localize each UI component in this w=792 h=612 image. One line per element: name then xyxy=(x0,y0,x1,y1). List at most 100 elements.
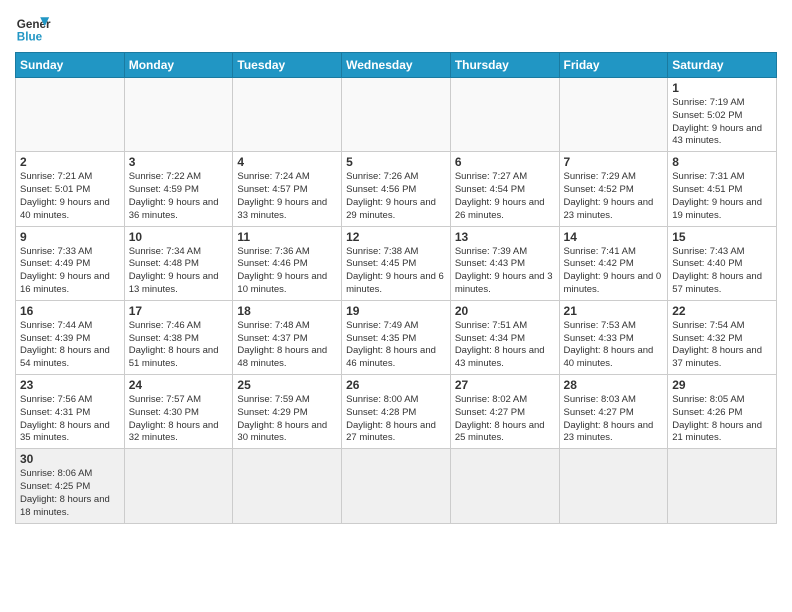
day-number: 18 xyxy=(237,304,337,318)
day-info: Sunrise: 7:24 AM Sunset: 4:57 PM Dayligh… xyxy=(237,171,337,222)
calendar-cell: 16 Sunrise: 7:44 AM Sunset: 4:39 PM Dayli… xyxy=(16,300,125,374)
calendar-cell: 25 Sunrise: 7:59 AM Sunset: 4:29 PM Dayli… xyxy=(233,375,342,449)
calendar-week-row: 1 Sunrise: 7:19 AM Sunset: 5:02 PM Daylig… xyxy=(16,78,777,152)
calendar-cell: 14 Sunrise: 7:41 AM Sunset: 4:42 PM Dayli… xyxy=(559,226,668,300)
day-info: Sunrise: 7:38 AM Sunset: 4:45 PM Dayligh… xyxy=(346,246,446,297)
calendar-table: SundayMondayTuesdayWednesdayThursdayFrid… xyxy=(15,52,777,524)
svg-text:Blue: Blue xyxy=(17,31,43,44)
calendar-week-row: 30 Sunrise: 8:06 AM Sunset: 4:25 PM Dayli… xyxy=(16,449,777,523)
calendar-cell: 17Sunrise: 7:46 AM Sunset: 4:38 PM Dayli… xyxy=(124,300,233,374)
calendar-cell xyxy=(342,449,451,523)
calendar-week-row: 16 Sunrise: 7:44 AM Sunset: 4:39 PM Dayli… xyxy=(16,300,777,374)
day-info: Sunrise: 7:19 AM Sunset: 5:02 PM Dayligh… xyxy=(672,97,772,148)
day-number: 22 xyxy=(672,304,772,318)
day-number: 12 xyxy=(346,230,446,244)
day-info: Sunrise: 7:59 AM Sunset: 4:29 PM Dayligh… xyxy=(237,394,337,445)
day-number: 7 xyxy=(564,155,664,169)
calendar-week-row: 9 Sunrise: 7:33 AM Sunset: 4:49 PM Daylig… xyxy=(16,226,777,300)
day-number: 28 xyxy=(564,378,664,392)
calendar-cell: 20Sunrise: 7:51 AM Sunset: 4:34 PM Dayli… xyxy=(450,300,559,374)
day-number: 5 xyxy=(346,155,446,169)
day-number: 21 xyxy=(564,304,664,318)
day-number: 17 xyxy=(129,304,229,318)
calendar-cell xyxy=(450,78,559,152)
calendar-cell xyxy=(559,78,668,152)
day-number: 25 xyxy=(237,378,337,392)
day-info: Sunrise: 7:57 AM Sunset: 4:30 PM Dayligh… xyxy=(129,394,229,445)
calendar-cell: 2Sunrise: 7:21 AM Sunset: 5:01 PM Daylig… xyxy=(16,152,125,226)
calendar-cell: 10 Sunrise: 7:34 AM Sunset: 4:48 PM Dayli… xyxy=(124,226,233,300)
logo-icon: General Blue xyxy=(15,10,51,46)
day-info: Sunrise: 8:06 AM Sunset: 4:25 PM Dayligh… xyxy=(20,468,120,519)
calendar-cell: 18 Sunrise: 7:48 AM Sunset: 4:37 PM Dayli… xyxy=(233,300,342,374)
calendar-cell xyxy=(450,449,559,523)
day-number: 2 xyxy=(20,155,120,169)
day-info: Sunrise: 7:51 AM Sunset: 4:34 PM Dayligh… xyxy=(455,320,555,371)
calendar-cell: 30 Sunrise: 8:06 AM Sunset: 4:25 PM Dayli… xyxy=(16,449,125,523)
calendar-cell: 4 Sunrise: 7:24 AM Sunset: 4:57 PM Daylig… xyxy=(233,152,342,226)
day-number: 24 xyxy=(129,378,229,392)
day-info: Sunrise: 7:44 AM Sunset: 4:39 PM Dayligh… xyxy=(20,320,120,371)
calendar-cell: 3Sunrise: 7:22 AM Sunset: 4:59 PM Daylig… xyxy=(124,152,233,226)
day-info: Sunrise: 7:36 AM Sunset: 4:46 PM Dayligh… xyxy=(237,246,337,297)
day-info: Sunrise: 7:41 AM Sunset: 4:42 PM Dayligh… xyxy=(564,246,664,297)
day-number: 30 xyxy=(20,452,120,466)
day-info: Sunrise: 8:03 AM Sunset: 4:27 PM Dayligh… xyxy=(564,394,664,445)
day-info: Sunrise: 7:53 AM Sunset: 4:33 PM Dayligh… xyxy=(564,320,664,371)
calendar-cell: 28 Sunrise: 8:03 AM Sunset: 4:27 PM Dayli… xyxy=(559,375,668,449)
day-info: Sunrise: 7:33 AM Sunset: 4:49 PM Dayligh… xyxy=(20,246,120,297)
calendar-cell: 6Sunrise: 7:27 AM Sunset: 4:54 PM Daylig… xyxy=(450,152,559,226)
calendar-cell xyxy=(233,78,342,152)
calendar-cell: 23Sunrise: 7:56 AM Sunset: 4:31 PM Dayli… xyxy=(16,375,125,449)
day-number: 15 xyxy=(672,230,772,244)
calendar-cell: 19Sunrise: 7:49 AM Sunset: 4:35 PM Dayli… xyxy=(342,300,451,374)
day-header-thursday: Thursday xyxy=(450,53,559,78)
day-number: 29 xyxy=(672,378,772,392)
calendar-cell xyxy=(16,78,125,152)
day-info: Sunrise: 7:56 AM Sunset: 4:31 PM Dayligh… xyxy=(20,394,120,445)
calendar-cell: 15 Sunrise: 7:43 AM Sunset: 4:40 PM Dayli… xyxy=(668,226,777,300)
day-info: Sunrise: 7:31 AM Sunset: 4:51 PM Dayligh… xyxy=(672,171,772,222)
day-number: 6 xyxy=(455,155,555,169)
calendar-cell: 22 Sunrise: 7:54 AM Sunset: 4:32 PM Dayli… xyxy=(668,300,777,374)
day-number: 4 xyxy=(237,155,337,169)
calendar-cell xyxy=(233,449,342,523)
day-number: 13 xyxy=(455,230,555,244)
day-info: Sunrise: 7:34 AM Sunset: 4:48 PM Dayligh… xyxy=(129,246,229,297)
day-number: 26 xyxy=(346,378,446,392)
calendar-cell: 8 Sunrise: 7:31 AM Sunset: 4:51 PM Daylig… xyxy=(668,152,777,226)
day-number: 19 xyxy=(346,304,446,318)
day-number: 9 xyxy=(20,230,120,244)
calendar-cell xyxy=(124,78,233,152)
day-number: 11 xyxy=(237,230,337,244)
calendar-cell xyxy=(668,449,777,523)
calendar-cell: 1 Sunrise: 7:19 AM Sunset: 5:02 PM Daylig… xyxy=(668,78,777,152)
calendar-cell: 27 Sunrise: 8:02 AM Sunset: 4:27 PM Dayli… xyxy=(450,375,559,449)
day-info: Sunrise: 7:43 AM Sunset: 4:40 PM Dayligh… xyxy=(672,246,772,297)
calendar-cell: 12 Sunrise: 7:38 AM Sunset: 4:45 PM Dayli… xyxy=(342,226,451,300)
day-info: Sunrise: 7:54 AM Sunset: 4:32 PM Dayligh… xyxy=(672,320,772,371)
calendar-cell: 9 Sunrise: 7:33 AM Sunset: 4:49 PM Daylig… xyxy=(16,226,125,300)
calendar-cell: 13Sunrise: 7:39 AM Sunset: 4:43 PM Dayli… xyxy=(450,226,559,300)
day-header-monday: Monday xyxy=(124,53,233,78)
day-number: 16 xyxy=(20,304,120,318)
calendar-cell: 24 Sunrise: 7:57 AM Sunset: 4:30 PM Dayli… xyxy=(124,375,233,449)
day-number: 1 xyxy=(672,81,772,95)
day-header-sunday: Sunday xyxy=(16,53,125,78)
day-number: 27 xyxy=(455,378,555,392)
calendar-header-row: SundayMondayTuesdayWednesdayThursdayFrid… xyxy=(16,53,777,78)
day-header-saturday: Saturday xyxy=(668,53,777,78)
calendar-cell xyxy=(124,449,233,523)
day-info: Sunrise: 7:26 AM Sunset: 4:56 PM Dayligh… xyxy=(346,171,446,222)
day-number: 14 xyxy=(564,230,664,244)
day-header-tuesday: Tuesday xyxy=(233,53,342,78)
day-info: Sunrise: 8:05 AM Sunset: 4:26 PM Dayligh… xyxy=(672,394,772,445)
day-info: Sunrise: 7:48 AM Sunset: 4:37 PM Dayligh… xyxy=(237,320,337,371)
calendar-cell: 7Sunrise: 7:29 AM Sunset: 4:52 PM Daylig… xyxy=(559,152,668,226)
calendar-cell: 21 Sunrise: 7:53 AM Sunset: 4:33 PM Dayli… xyxy=(559,300,668,374)
calendar-cell xyxy=(559,449,668,523)
day-info: Sunrise: 8:00 AM Sunset: 4:28 PM Dayligh… xyxy=(346,394,446,445)
day-number: 10 xyxy=(129,230,229,244)
day-info: Sunrise: 8:02 AM Sunset: 4:27 PM Dayligh… xyxy=(455,394,555,445)
day-number: 8 xyxy=(672,155,772,169)
